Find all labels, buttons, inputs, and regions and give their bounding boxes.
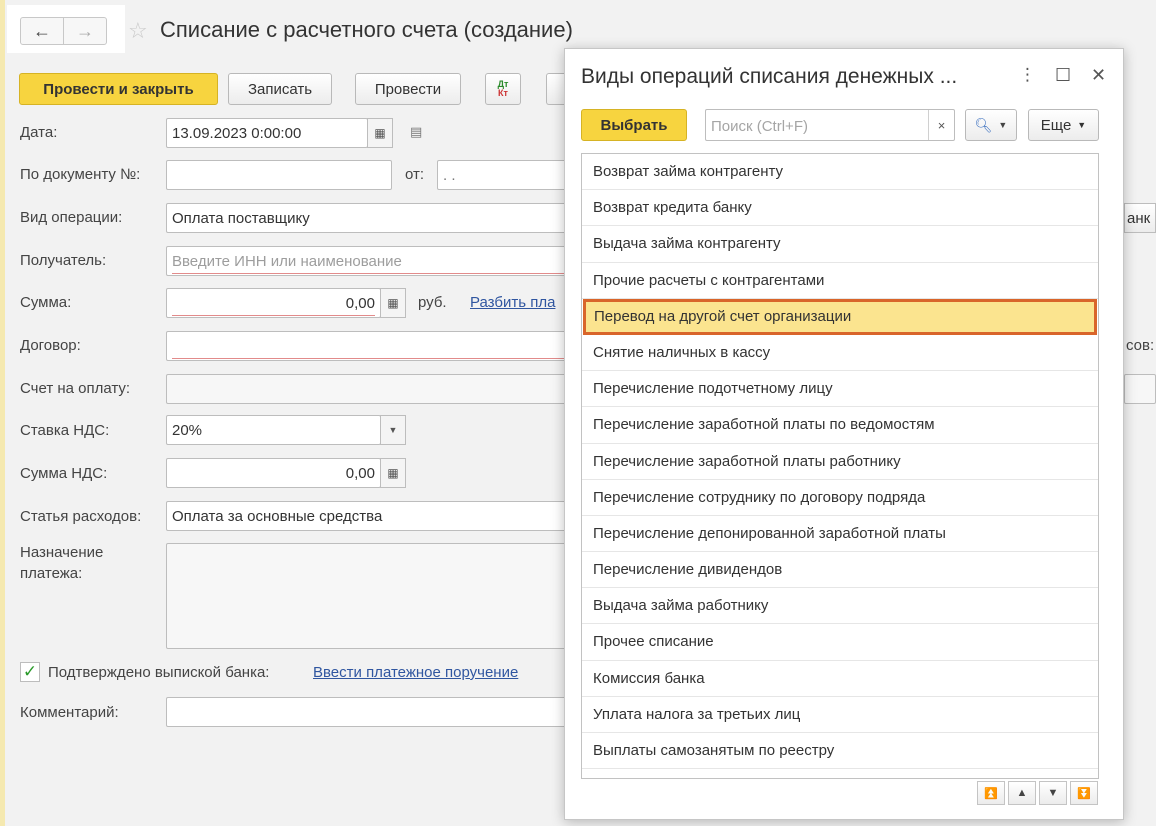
search-icon: 🔍︎: [974, 116, 993, 133]
recipient-label: Получатель:: [20, 252, 107, 269]
last-page-icon[interactable]: ⏬: [1070, 781, 1098, 805]
bank-button-partial[interactable]: анк: [1124, 203, 1156, 233]
comment-field[interactable]: [166, 697, 567, 727]
select-button[interactable]: Выбрать: [581, 109, 687, 141]
list-item[interactable]: Перечисление сотруднику по договору подр…: [582, 480, 1098, 516]
list-item[interactable]: Выдача займа контрагенту: [582, 226, 1098, 263]
favorite-star-icon[interactable]: ☆: [128, 18, 148, 44]
invoice-field[interactable]: [166, 374, 567, 404]
vat-calculator-icon[interactable]: ▦: [380, 458, 406, 488]
vat-rate-select[interactable]: 20%: [166, 415, 381, 445]
save-button[interactable]: Записать: [228, 73, 332, 105]
from-label: от:: [405, 166, 425, 183]
list-item[interactable]: Перечисление заработной платы по ведомос…: [582, 407, 1098, 444]
purpose-label-line1: Назначение: [20, 544, 104, 561]
list-item[interactable]: Выплаты самозанятым по реестру: [582, 733, 1098, 770]
clear-search-icon[interactable]: ×: [928, 110, 954, 140]
list-item[interactable]: Снятие наличных в кассу: [582, 335, 1098, 372]
vat-sum-field[interactable]: 0,00: [166, 458, 381, 488]
forward-button[interactable]: →: [63, 17, 107, 45]
list-item[interactable]: Перечисление заработной платы работнику: [582, 444, 1098, 480]
docnum-label: По документу №:: [20, 166, 141, 183]
contract-error-underline: [172, 358, 567, 359]
list-item[interactable]: Возврат займа контрагенту: [582, 154, 1098, 191]
chevron-down-icon[interactable]: ▼: [380, 415, 406, 445]
split-payment-link[interactable]: Разбить пла: [470, 294, 566, 311]
operation-types-list: Возврат займа контрагенту Возврат кредита…: [581, 153, 1099, 779]
list-item[interactable]: Прочее списание: [582, 624, 1098, 661]
list-item[interactable]: Перечисление дивидендов: [582, 552, 1098, 589]
sum-error-underline: [172, 315, 375, 316]
list-item[interactable]: Перечисление подотчетному лицу: [582, 371, 1098, 408]
date-field[interactable]: 13.09.2023 0:00:00: [166, 118, 368, 148]
invoice-label: Счет на оплату:: [20, 380, 131, 397]
maximize-icon[interactable]: ☐: [1055, 65, 1071, 86]
comment-label: Комментарий:: [20, 704, 119, 721]
confirmed-checkbox[interactable]: ✓: [20, 662, 40, 682]
calculator-icon[interactable]: ▦: [380, 288, 406, 318]
operation-types-dialog: Виды операций списания денежных ... ⋮ ☐ …: [564, 48, 1124, 820]
from-date-field[interactable]: . .: [437, 160, 567, 190]
calendar-icon[interactable]: ▦: [367, 118, 393, 148]
sum-label: Сумма:: [20, 294, 72, 311]
search-options-button[interactable]: 🔍︎ ▼: [965, 109, 1017, 141]
page-up-icon[interactable]: ▲: [1008, 781, 1036, 805]
recipient-error-underline: [172, 273, 567, 274]
comment-icon[interactable]: ▤: [410, 124, 422, 140]
right-partial-field[interactable]: [1124, 374, 1156, 404]
close-icon[interactable]: ✕: [1091, 65, 1106, 86]
more-label: Еще: [1040, 116, 1072, 134]
confirmed-label: Подтверждено выпиской банка:: [48, 664, 270, 681]
date-label: Дата:: [20, 124, 58, 141]
contract-field[interactable]: [166, 331, 567, 361]
list-item[interactable]: Возврат кредита банку: [582, 190, 1098, 227]
hidden-toolbar-button[interactable]: [546, 73, 566, 105]
payment-order-link[interactable]: Ввести платежное поручение: [313, 664, 518, 681]
op-field[interactable]: Оплата поставщику: [166, 203, 567, 233]
dialog-title: Виды операций списания денежных ...: [581, 65, 958, 88]
right-partial-label: сов:: [1126, 337, 1155, 354]
list-item[interactable]: Выдача займа работнику: [582, 588, 1098, 625]
kt-label: Кт: [498, 88, 508, 98]
search-input[interactable]: Поиск (Ctrl+F): [711, 118, 808, 135]
page-title: Списание с расчетного счета (создание): [160, 17, 573, 42]
post-and-close-button[interactable]: Провести и закрыть: [19, 73, 218, 105]
list-item[interactable]: Прочие расчеты с контрагентами: [582, 263, 1098, 299]
dropdown-arrow-icon: ▼: [998, 120, 1008, 130]
more-button[interactable]: Еще ▼: [1028, 109, 1099, 141]
left-edge-strip: [0, 0, 5, 826]
dt-kt-button[interactable]: Дт Кт: [485, 73, 521, 105]
search-box[interactable]: Поиск (Ctrl+F) ×: [705, 109, 955, 141]
contract-label: Договор:: [20, 337, 81, 354]
more-vertical-icon[interactable]: ⋮: [1019, 65, 1036, 85]
back-button[interactable]: ←: [20, 17, 64, 45]
vat-sum-label: Сумма НДС:: [20, 465, 108, 482]
list-item[interactable]: Уплата налога за третьих лиц: [582, 697, 1098, 733]
list-item-selected[interactable]: Перевод на другой счет организации: [583, 298, 1097, 335]
list-item[interactable]: Комиссия банка: [582, 661, 1098, 697]
first-page-icon[interactable]: ⏫: [977, 781, 1005, 805]
expense-label: Статья расходов:: [20, 508, 142, 525]
docnum-field[interactable]: [166, 160, 392, 190]
more-chevron-icon: ▼: [1077, 120, 1087, 130]
page-down-icon[interactable]: ▼: [1039, 781, 1067, 805]
recipient-field[interactable]: Введите ИНН или наименование: [166, 246, 567, 276]
currency-label: руб.: [418, 294, 447, 311]
expense-field[interactable]: Оплата за основные средства: [166, 501, 567, 531]
list-item[interactable]: Перечисление депонированной заработной п…: [582, 516, 1098, 553]
op-label: Вид операции:: [20, 209, 123, 226]
purpose-textarea[interactable]: [166, 543, 567, 649]
purpose-label-line2: платежа:: [20, 565, 83, 582]
vat-rate-label: Ставка НДС:: [20, 422, 110, 439]
sum-field[interactable]: 0,00: [166, 288, 381, 318]
post-button[interactable]: Провести: [355, 73, 461, 105]
